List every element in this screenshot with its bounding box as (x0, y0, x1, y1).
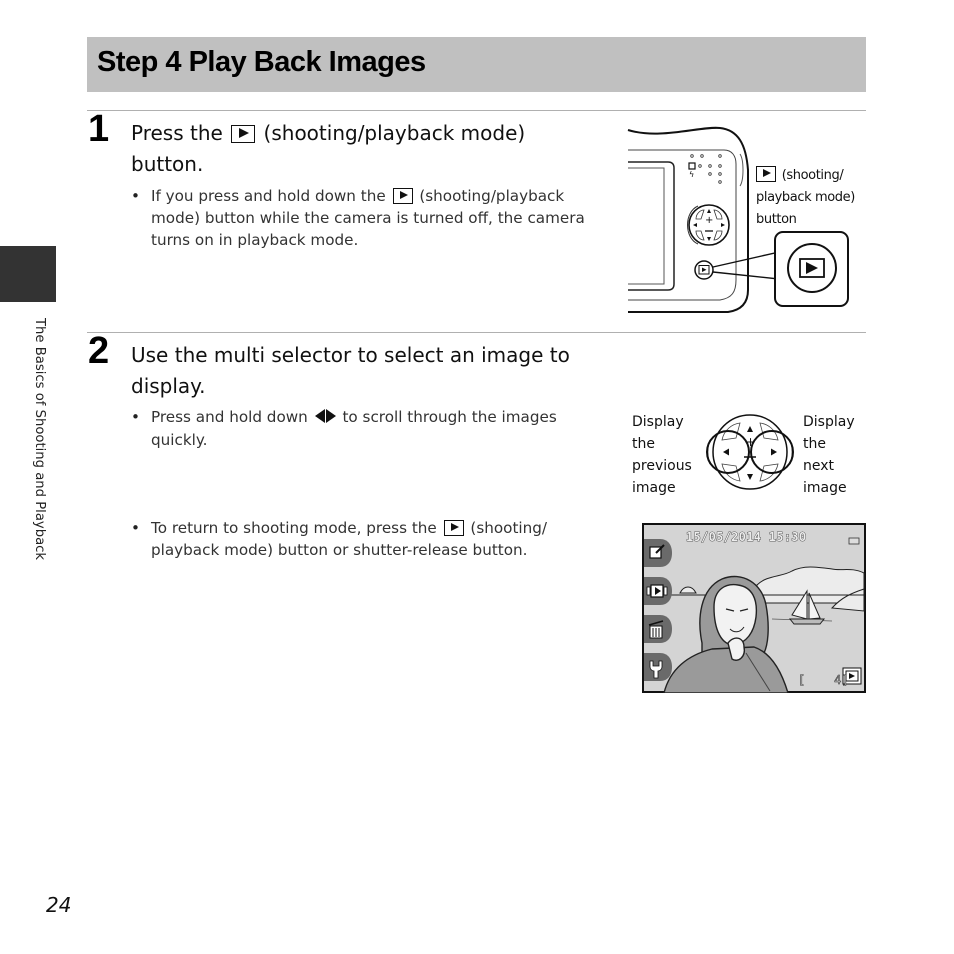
bullet-text-a: If you press and hold down the (151, 187, 386, 205)
next-image-label: Display the next image (803, 411, 855, 499)
callout-line-3: button (756, 212, 797, 227)
step-number-1: 1 (88, 108, 110, 150)
playback-button-icon (392, 188, 413, 204)
label-line: Display (803, 414, 855, 430)
lcd-screen-frame (628, 161, 675, 291)
playback-button-icon (443, 520, 464, 536)
playback-button-icon (756, 166, 776, 182)
chapter-tab (0, 246, 56, 302)
title-bar: Step 4 Play Back Images (87, 37, 866, 92)
label-line: Display (632, 414, 684, 430)
page-title: Step 4 Play Back Images (97, 46, 426, 78)
step-number-2: 2 (88, 330, 110, 372)
divider-step-2 (87, 332, 866, 333)
playback-screen-illustration (642, 523, 866, 693)
label-line: the (632, 436, 655, 452)
callout-line-1: (shooting/ (781, 168, 844, 183)
page-number: 24 (46, 893, 72, 917)
playback-button-callout-label: (shooting/ playback mode) button (756, 165, 855, 231)
chapter-label: The Basics of Shooting and Playback (32, 318, 47, 561)
step-1-heading-text-a: Press the (131, 121, 223, 145)
label-line: image (632, 480, 676, 496)
step-2-heading: Use the multi selector to select an imag… (131, 343, 570, 398)
playback-button-icon (231, 125, 256, 143)
previous-image-label: Display the previous image (632, 411, 692, 499)
image-counter: [ 4] (798, 673, 849, 688)
multi-selector-illustration: + (706, 414, 794, 490)
divider-step-1 (87, 110, 866, 111)
lcd-screen (628, 167, 665, 285)
label-line: previous (632, 458, 692, 474)
left-right-arrows-icon (314, 407, 336, 429)
step-1-bullet: If you press and hold down the (shooting… (131, 185, 591, 251)
bullet-text-a: Press and hold down (151, 408, 308, 426)
playback-datetime: 15/05/2014 15:30 (686, 530, 807, 545)
bullet-text-a: To return to shooting mode, press the (151, 519, 437, 537)
label-line: the (803, 436, 826, 452)
svg-text:+: + (705, 215, 713, 226)
callout-line-2: playback mode) (756, 190, 855, 205)
label-line: image (803, 480, 847, 496)
step-1-heading: Press the (shooting/playback mode) butto… (131, 118, 601, 180)
label-line: next (803, 458, 835, 474)
flash-icon: ϟ (689, 170, 694, 179)
battery-icon (848, 537, 860, 545)
flash-mode-icon (688, 162, 696, 170)
step-2-bullet-1: Press and hold down to scroll through th… (131, 406, 591, 451)
step-2-bullet-2: To return to shooting mode, press the (s… (131, 517, 571, 561)
